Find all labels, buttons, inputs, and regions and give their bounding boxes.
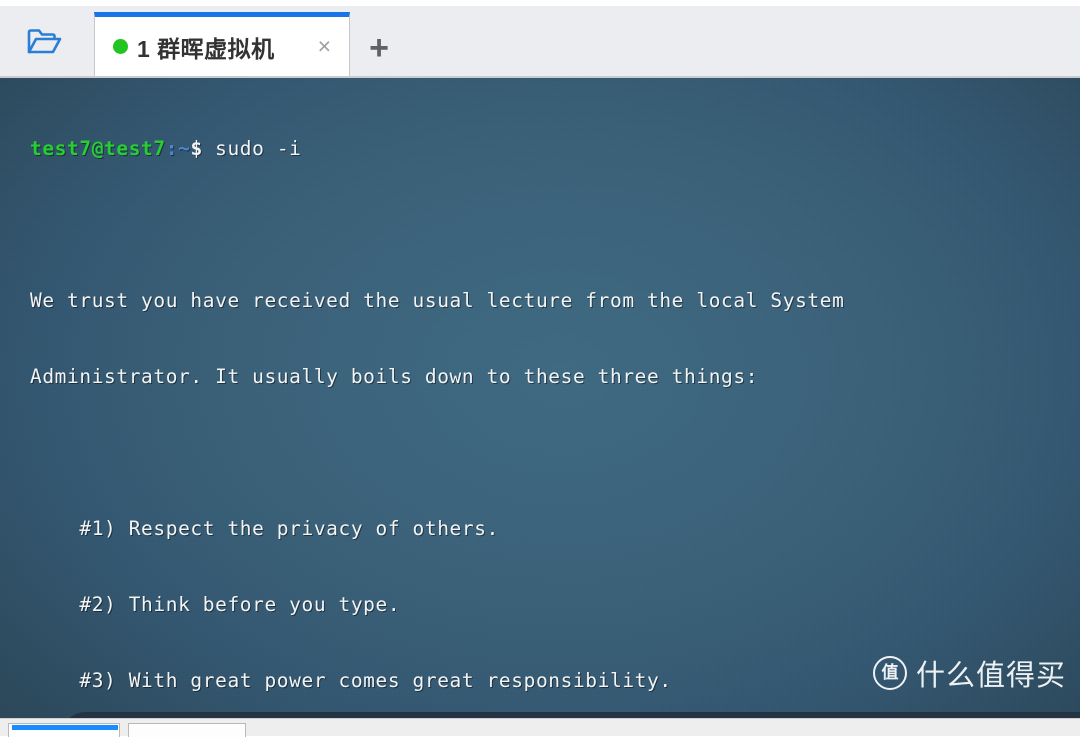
bottom-strip-tab-inactive[interactable] bbox=[128, 723, 246, 737]
open-folder-icon bbox=[26, 27, 62, 62]
bottom-strip-tab-active[interactable] bbox=[8, 723, 120, 737]
bottom-taskbar-strip bbox=[0, 718, 1080, 737]
terminal-line: #3) With great power comes great respons… bbox=[30, 669, 672, 692]
terminal-command: sudo -i bbox=[202, 137, 302, 160]
terminal-line: Administrator. It usually boils down to … bbox=[30, 365, 759, 388]
new-tab-button[interactable]: + bbox=[356, 26, 402, 70]
plus-icon: + bbox=[369, 29, 389, 67]
watermark-logo-icon: 值 bbox=[872, 656, 907, 690]
terminal-line: We trust you have received the usual lec… bbox=[30, 289, 845, 312]
watermark-text: 什么值得买 bbox=[915, 658, 1066, 692]
watermark: 值 什么值得买 bbox=[872, 652, 1066, 694]
prompt-sigil: $ bbox=[190, 137, 203, 160]
open-folder-button[interactable] bbox=[12, 18, 76, 70]
tab-label: 1 群晖虚拟机 bbox=[137, 35, 275, 62]
tab-synology-vm[interactable]: 1 群晖虚拟机 × bbox=[94, 12, 350, 76]
terminal-screen[interactable]: test7@test7:~$ sudo -i We trust you have… bbox=[0, 78, 1080, 718]
terminal-line: #1) Respect the privacy of others. bbox=[30, 517, 499, 540]
terminal-line: test7@test7:~$ sudo -i bbox=[30, 130, 844, 168]
terminal-output: test7@test7:~$ sudo -i We trust you have… bbox=[30, 92, 844, 718]
browser-tab-bar: 1 群晖虚拟机 × + bbox=[0, 0, 1080, 78]
terminal-line: #2) Think before you type. bbox=[30, 593, 401, 616]
tab-status-dot bbox=[113, 39, 128, 54]
close-icon[interactable]: × bbox=[318, 35, 331, 58]
prompt-path: :~ bbox=[165, 137, 191, 160]
prompt-user: test7@test7 bbox=[30, 137, 166, 160]
